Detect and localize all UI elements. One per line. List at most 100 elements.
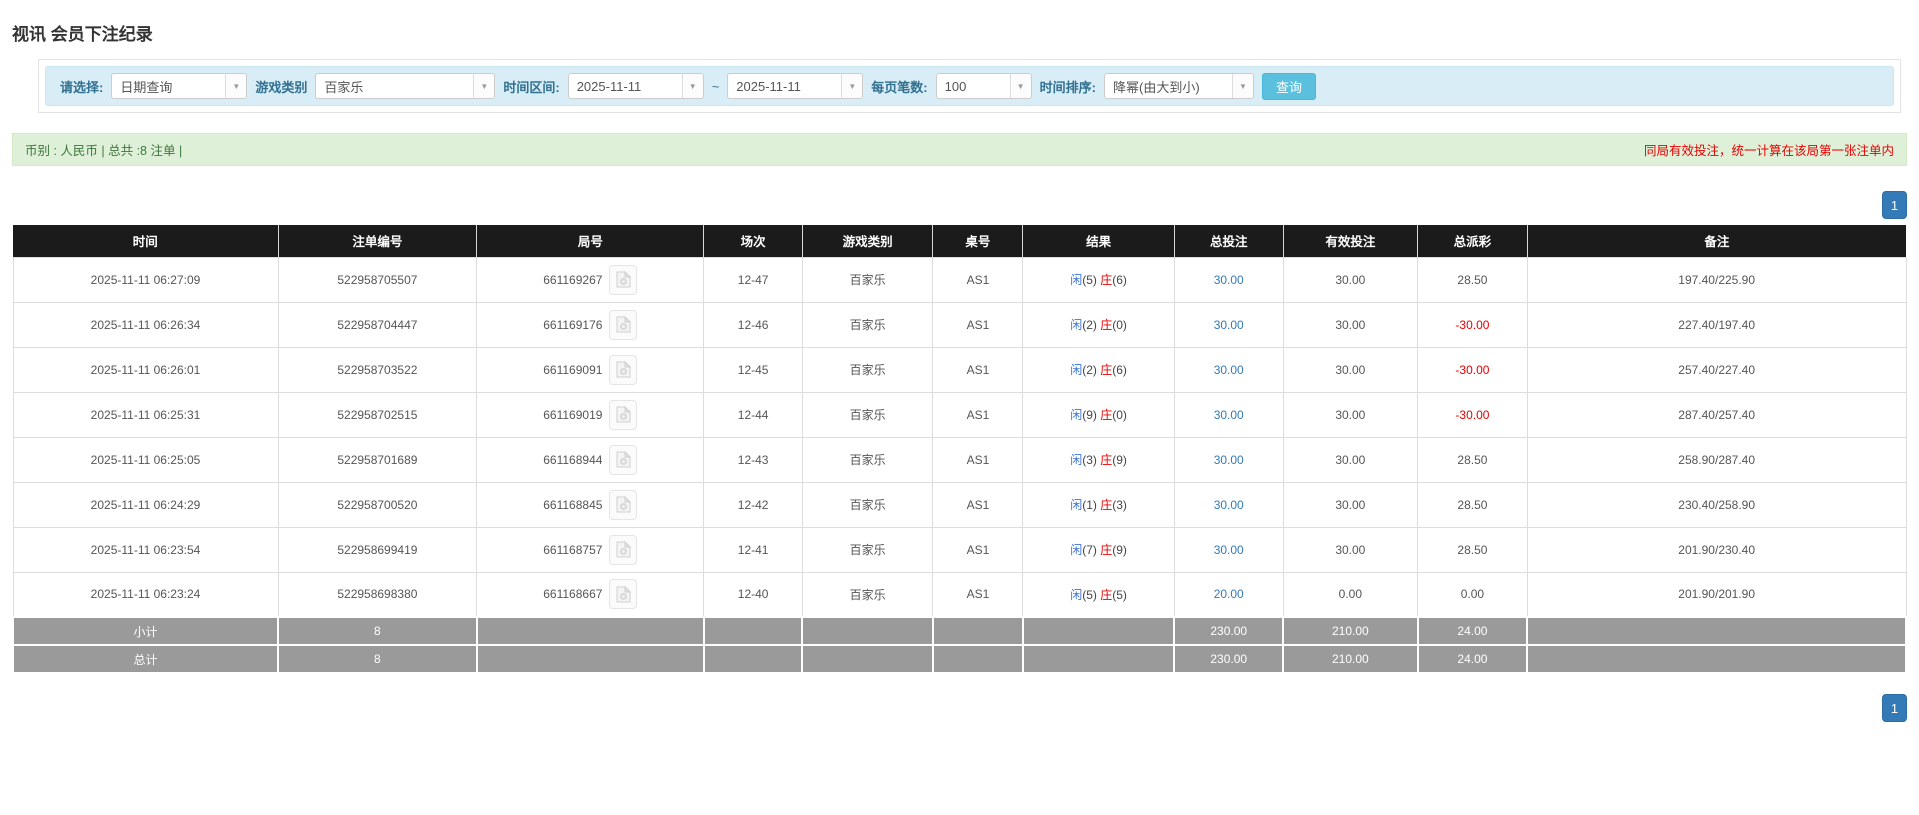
column-header-1: 注单编号: [278, 225, 477, 257]
total-bet-link[interactable]: 30.00: [1214, 318, 1244, 332]
cell-payout: -30.00: [1418, 347, 1528, 392]
page-size-select[interactable]: 100 ▼: [936, 73, 1032, 99]
table-row: 2025-11-11 06:23:24522958698380661168667…: [13, 572, 1906, 617]
chevron-down-icon[interactable]: ▼: [841, 74, 862, 98]
cell-time: 2025-11-11 06:25:05: [13, 437, 278, 482]
column-header-3: 场次: [704, 225, 802, 257]
column-header-5: 桌号: [933, 225, 1023, 257]
game-type-select[interactable]: 百家乐 ▼: [315, 73, 495, 99]
cell-session: 12-43: [704, 437, 802, 482]
cell-total-bet: 30.00: [1174, 527, 1283, 572]
cell-table-no: AS1: [933, 482, 1023, 527]
column-header-9: 总派彩: [1418, 225, 1528, 257]
cell-note: 227.40/197.40: [1527, 302, 1906, 347]
cell-bet-id: 522958704447: [278, 302, 477, 347]
summary-label: 小计: [13, 617, 278, 645]
query-type-select[interactable]: 日期查询 ▼: [111, 73, 247, 99]
result-player: 闲(5): [1070, 588, 1097, 602]
video-record-button[interactable]: [609, 400, 637, 430]
cell-bet-id: 522958705507: [278, 257, 477, 302]
cell-valid-bet: 30.00: [1283, 392, 1417, 437]
summary-valid-bet: 210.00: [1283, 617, 1417, 645]
cell-table-no: AS1: [933, 527, 1023, 572]
page-title: 视讯 会员下注纪录: [12, 20, 1907, 45]
cell-bet-id: 522958703522: [278, 347, 477, 392]
cell-time: 2025-11-11 06:26:01: [13, 347, 278, 392]
chevron-down-icon[interactable]: ▼: [1010, 74, 1031, 98]
table-row: 2025-11-11 06:26:01522958703522661169091…: [13, 347, 1906, 392]
page-1-button[interactable]: 1: [1882, 694, 1907, 722]
total-bet-link[interactable]: 30.00: [1214, 408, 1244, 422]
result-banker: 庄(6): [1100, 273, 1127, 287]
cell-bet-id: 522958701689: [278, 437, 477, 482]
page-1-button[interactable]: 1: [1882, 191, 1907, 219]
chevron-down-icon[interactable]: ▼: [225, 74, 246, 98]
result-player: 闲(5): [1070, 273, 1097, 287]
currency-summary: 币别 : 人民币 | 总共 :8 注单 |: [25, 140, 182, 159]
total-bet-link[interactable]: 20.00: [1214, 587, 1244, 601]
result-banker: 庄(6): [1100, 363, 1127, 377]
cell-valid-bet: 30.00: [1283, 482, 1417, 527]
cell-bet-id: 522958702515: [278, 392, 477, 437]
cell-result: 闲(5) 庄(6): [1023, 257, 1174, 302]
filter-toolbar: 请选择: 日期查询 ▼ 游戏类别 百家乐 ▼ 时间区间: 2025-11-11 …: [45, 66, 1894, 106]
column-header-10: 备注: [1527, 225, 1906, 257]
empty: [704, 617, 802, 645]
column-header-8: 有效投注: [1283, 225, 1417, 257]
chevron-down-icon[interactable]: ▼: [473, 74, 494, 98]
video-record-button[interactable]: [609, 310, 637, 340]
search-button[interactable]: 查询: [1262, 73, 1316, 100]
result-player: 闲(2): [1070, 363, 1097, 377]
cell-game-no: 661168845: [477, 482, 704, 527]
cell-table-no: AS1: [933, 302, 1023, 347]
total-bet-link[interactable]: 30.00: [1214, 363, 1244, 377]
date-from-select[interactable]: 2025-11-11 ▼: [568, 73, 704, 99]
query-type-label: 请选择:: [60, 77, 103, 96]
cell-valid-bet: 30.00: [1283, 437, 1417, 482]
cell-bet-id: 522958698380: [278, 572, 477, 617]
cell-total-bet: 30.00: [1174, 482, 1283, 527]
cell-table-no: AS1: [933, 257, 1023, 302]
cell-table-no: AS1: [933, 392, 1023, 437]
file-video-icon: [616, 586, 631, 603]
total-bet-link[interactable]: 30.00: [1214, 543, 1244, 557]
video-record-button[interactable]: [609, 355, 637, 385]
date-to-value: 2025-11-11: [728, 74, 841, 98]
total-bet-link[interactable]: 30.00: [1214, 498, 1244, 512]
game-no: 661169176: [543, 318, 602, 332]
table-footer: 小计8230.00210.0024.00总计8230.00210.0024.00: [13, 617, 1906, 673]
video-record-button[interactable]: [609, 535, 637, 565]
cell-game-no: 661169091: [477, 347, 704, 392]
date-to-select[interactable]: 2025-11-11 ▼: [727, 73, 863, 99]
chevron-down-icon[interactable]: ▼: [1232, 74, 1253, 98]
game-type-value: 百家乐: [316, 74, 473, 98]
empty: [1527, 645, 1906, 673]
video-record-button[interactable]: [609, 445, 637, 475]
notice-text: 同局有效投注，统一计算在该局第一张注单内: [1644, 140, 1894, 159]
game-no: 661169267: [543, 273, 602, 287]
summary-bar: 币别 : 人民币 | 总共 :8 注单 | 同局有效投注，统一计算在该局第一张注…: [12, 133, 1907, 166]
result-player: 闲(7): [1070, 543, 1097, 557]
cell-table-no: AS1: [933, 437, 1023, 482]
video-record-button[interactable]: [609, 490, 637, 520]
total-bet-link[interactable]: 30.00: [1214, 273, 1244, 287]
video-record-button[interactable]: [609, 265, 637, 295]
video-record-button[interactable]: [609, 579, 637, 609]
total-bet-link[interactable]: 30.00: [1214, 453, 1244, 467]
cell-time: 2025-11-11 06:23:54: [13, 527, 278, 572]
result-player: 闲(9): [1070, 408, 1097, 422]
pagination-top: 1: [12, 191, 1907, 219]
cell-valid-bet: 30.00: [1283, 257, 1417, 302]
empty: [704, 645, 802, 673]
empty: [1023, 645, 1174, 673]
cell-valid-bet: 30.00: [1283, 302, 1417, 347]
cell-total-bet: 30.00: [1174, 257, 1283, 302]
cell-session: 12-45: [704, 347, 802, 392]
summary-bet-count: 8: [278, 617, 477, 645]
sort-order-select[interactable]: 降幂(由大到小) ▼: [1104, 73, 1254, 99]
empty: [477, 617, 704, 645]
bet-records-table: 时间注单编号局号场次游戏类别桌号结果总投注有效投注总派彩备注 2025-11-1…: [12, 225, 1907, 674]
cell-note: 201.90/201.90: [1527, 572, 1906, 617]
cell-table-no: AS1: [933, 572, 1023, 617]
chevron-down-icon[interactable]: ▼: [682, 74, 703, 98]
